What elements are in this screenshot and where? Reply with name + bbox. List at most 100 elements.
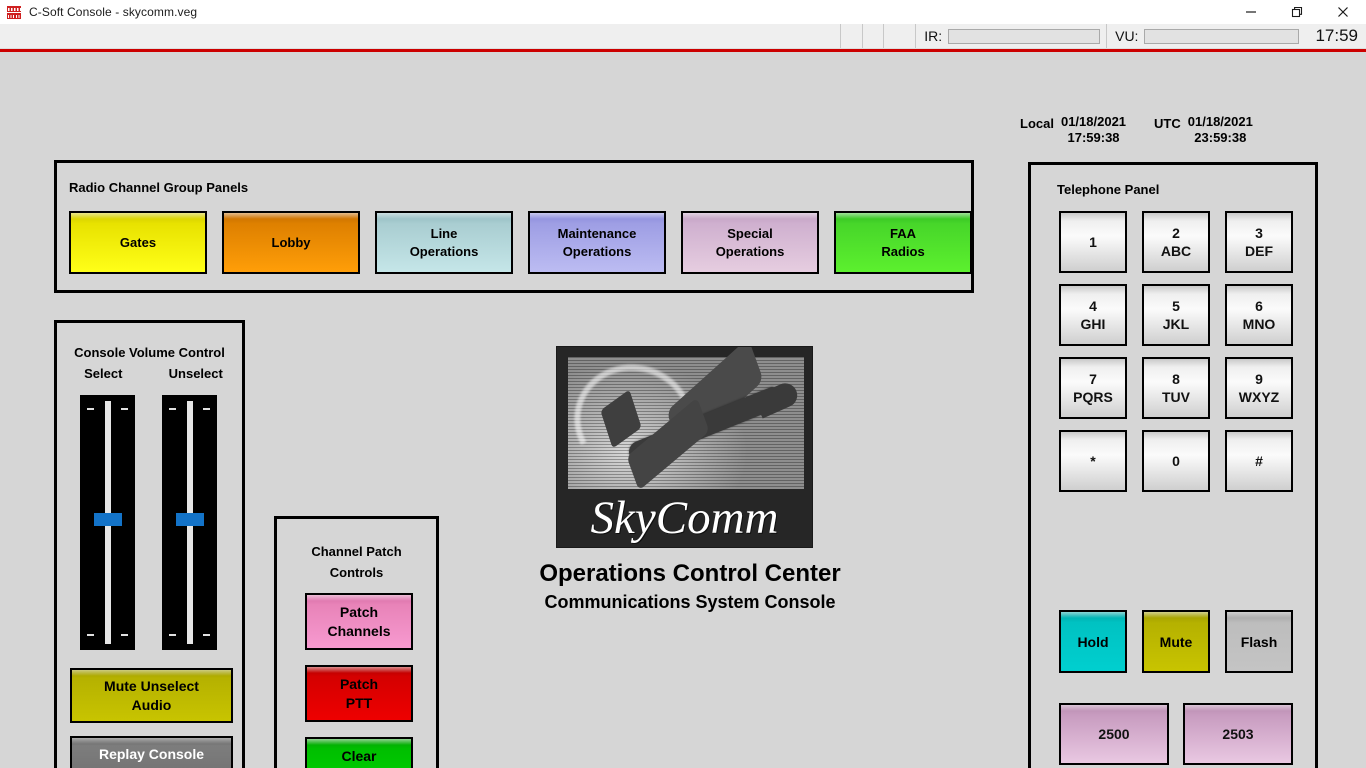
minimize-button[interactable] (1228, 0, 1274, 24)
line-button-2500[interactable]: 2500 (1059, 703, 1169, 765)
key-4[interactable]: 4 GHI (1059, 284, 1127, 346)
key-5[interactable]: 5 JKL (1142, 284, 1210, 346)
key-1-digit: 1 (1089, 234, 1097, 250)
status-segment-3[interactable] (883, 24, 915, 48)
local-time: 17:59:38 (1067, 130, 1120, 145)
replay-console-audio-button[interactable]: Replay Console Audio (70, 736, 233, 768)
group-button-gates[interactable]: Gates (69, 211, 207, 274)
replay-label2: Audio (132, 765, 172, 768)
key-7[interactable]: 7 PQRS (1059, 357, 1127, 419)
clear-patch-button[interactable]: Clear Patch (305, 737, 413, 768)
key-pound-digit: # (1255, 453, 1263, 469)
utc-clock-label: UTC (1154, 116, 1181, 131)
clear-patch-label1: Clear (341, 747, 377, 764)
clock-header: Local 01/18/2021 17:59:38 UTC 01/18/2021… (1020, 114, 1350, 154)
key-9-digit: 9 (1255, 371, 1263, 387)
unselect-tick-top-right (203, 408, 210, 410)
group-button-lobby[interactable]: Lobby (222, 211, 360, 274)
key-7-digit: 7 (1089, 371, 1097, 387)
group-button-line-operations-label2: Operations (409, 243, 479, 259)
patch-panel-title-line2: Controls (329, 565, 384, 580)
key-8[interactable]: 8 TUV (1142, 357, 1210, 419)
group-button-lobby-label: Lobby (271, 234, 311, 250)
utc-clock: UTC 01/18/2021 23:59:38 (1154, 114, 1253, 146)
ir-meter-group: IR: (915, 24, 1106, 48)
unselect-slider-label: Unselect (168, 366, 223, 381)
ir-label: IR: (924, 28, 943, 44)
unselect-tick-bottom-left (169, 634, 176, 636)
group-button-maintenance-operations[interactable]: Maintenance Operations (528, 211, 666, 274)
group-button-special-operations[interactable]: Special Operations (681, 211, 819, 274)
unselect-volume-slider[interactable] (162, 395, 217, 650)
window-controls (1228, 0, 1366, 24)
patch-channels-label2: Channels (327, 622, 391, 639)
group-button-gates-label: Gates (119, 234, 157, 250)
skycomm-logo: SkyComm (556, 346, 813, 548)
radio-group-buttons: Gates Lobby Line Operations Maintenance … (69, 211, 972, 274)
group-button-faa-radios-label2: Radios (881, 243, 925, 259)
patch-panel-title-line1: Channel Patch (311, 544, 402, 559)
key-star-digit: * (1090, 453, 1096, 469)
key-6-digit: 6 (1255, 298, 1263, 314)
key-1[interactable]: 1 (1059, 211, 1127, 273)
local-clock-value: 01/18/2021 17:59:38 (1061, 114, 1126, 146)
telephone-function-buttons: Hold Mute Flash (1059, 610, 1293, 673)
radio-channel-group-panel: Radio Channel Group Panels Gates Lobby L… (54, 160, 974, 293)
key-3-letters: DEF (1245, 243, 1273, 259)
status-segment-1[interactable] (840, 24, 862, 48)
select-slider-thumb[interactable] (93, 513, 122, 526)
hold-button[interactable]: Hold (1059, 610, 1127, 673)
window-titlebar: C-Soft Console - skycomm.veg (0, 0, 1366, 24)
key-2-digit: 2 (1172, 225, 1180, 241)
key-6[interactable]: 6 MNO (1225, 284, 1293, 346)
key-3[interactable]: 3 DEF (1225, 211, 1293, 273)
select-tick-bottom-left (87, 634, 94, 636)
key-pound[interactable]: # (1225, 430, 1293, 492)
key-star[interactable]: * (1059, 430, 1127, 492)
restore-button[interactable] (1274, 0, 1320, 24)
utc-time: 23:59:38 (1194, 130, 1247, 145)
patch-channels-button[interactable]: Patch Channels (305, 593, 413, 650)
patch-channels-label1: Patch (339, 603, 379, 620)
volume-panel-title: Console Volume Control (74, 345, 225, 360)
telephone-keypad: 1 2 ABC 3 DEF 4 GHI 5 JKL 6 MNO 7 PQRS 8… (1059, 211, 1293, 492)
patch-ptt-label1: Patch (339, 675, 379, 692)
group-button-line-operations[interactable]: Line Operations (375, 211, 513, 274)
channel-patch-controls-panel: Channel Patch Controls Patch Channels Pa… (274, 516, 439, 768)
key-4-letters: GHI (1080, 316, 1106, 332)
patch-panel-title: Channel Patch Controls (277, 541, 436, 583)
unselect-slider-thumb[interactable] (175, 513, 204, 526)
select-volume-slider[interactable] (80, 395, 135, 650)
local-clock: Local 01/18/2021 17:59:38 (1020, 114, 1126, 146)
group-button-faa-radios[interactable]: FAA Radios (834, 211, 972, 274)
patch-ptt-button[interactable]: Patch PTT (305, 665, 413, 722)
flash-button[interactable]: Flash (1225, 610, 1293, 673)
vu-meter (1144, 28, 1300, 44)
local-date: 01/18/2021 (1060, 114, 1127, 129)
ir-meter (948, 28, 1101, 44)
close-button[interactable] (1320, 0, 1366, 24)
key-7-letters: PQRS (1073, 389, 1113, 405)
key-6-letters: MNO (1242, 316, 1276, 332)
status-segment-2[interactable] (862, 24, 883, 48)
key-0[interactable]: 0 (1142, 430, 1210, 492)
key-8-digit: 8 (1172, 371, 1180, 387)
key-5-letters: JKL (1162, 316, 1190, 332)
select-tick-bottom-right (121, 634, 128, 636)
telephone-panel: Telephone Panel 1 2 ABC 3 DEF 4 GHI 5 JK… (1028, 162, 1318, 768)
statusbar-clock: 17:59 (1315, 26, 1358, 45)
unselect-tick-top-left (169, 408, 176, 410)
key-9[interactable]: 9 WXYZ (1225, 357, 1293, 419)
line-button-2503[interactable]: 2503 (1183, 703, 1293, 765)
mute-unselect-audio-button[interactable]: Mute Unselect Audio (70, 668, 233, 723)
select-tick-top-left (87, 408, 94, 410)
line-button-2500-label: 2500 (1098, 726, 1130, 742)
key-5-digit: 5 (1172, 298, 1180, 314)
mute-button[interactable]: Mute (1142, 610, 1210, 673)
telephone-line-buttons: 2500 2503 2501 2504 2502 2505 2514 (1059, 703, 1293, 768)
key-2[interactable]: 2 ABC (1142, 211, 1210, 273)
group-button-special-operations-label2: Operations (715, 243, 785, 259)
group-button-faa-radios-label1: FAA (890, 225, 916, 241)
utc-date: 01/18/2021 (1187, 114, 1253, 129)
key-9-letters: WXYZ (1238, 389, 1280, 405)
